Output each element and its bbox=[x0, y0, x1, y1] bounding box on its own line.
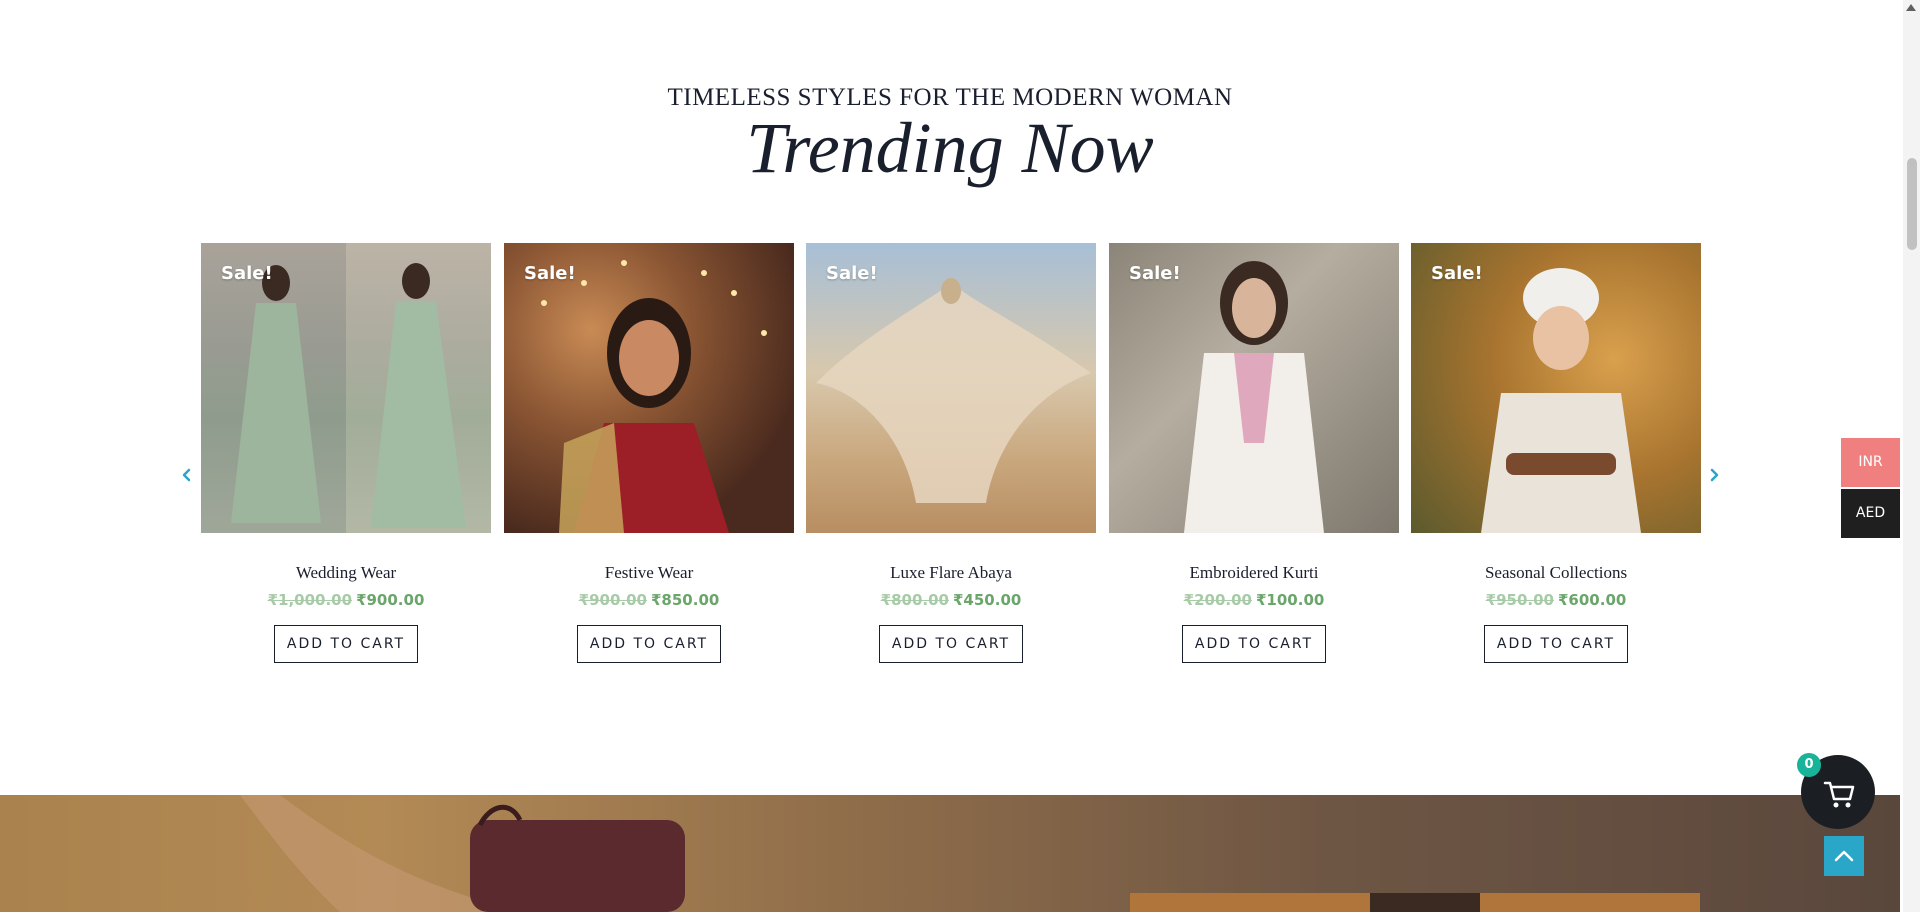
promo-banner-image bbox=[0, 795, 1900, 912]
product-image-embroidered-kurti[interactable]: Sale! bbox=[1109, 243, 1399, 533]
product-price: ₹800.00 ₹450.00 bbox=[806, 591, 1096, 609]
add-to-cart-button[interactable]: ADD TO CART bbox=[576, 625, 722, 663]
product-image-wedding-wear[interactable]: Sale! bbox=[201, 243, 491, 533]
product-photo bbox=[1184, 261, 1324, 533]
product-price: ₹1,000.00 ₹900.00 bbox=[201, 591, 491, 609]
add-to-cart-button[interactable]: ADD TO CART bbox=[273, 625, 419, 663]
back-to-top-button[interactable] bbox=[1824, 836, 1864, 876]
original-price: ₹900.00 bbox=[578, 591, 647, 609]
product-photo bbox=[816, 278, 1091, 503]
sale-badge: Sale! bbox=[221, 263, 273, 284]
carousel-prev-button[interactable] bbox=[176, 464, 198, 486]
add-to-cart-button[interactable]: ADD TO CART bbox=[1483, 625, 1629, 663]
original-price: ₹800.00 bbox=[880, 591, 949, 609]
product-name[interactable]: Luxe Flare Abaya bbox=[806, 563, 1096, 583]
product-image-luxe-flare-abaya[interactable]: Sale! bbox=[806, 243, 1096, 533]
add-to-cart-button[interactable]: ADD TO CART bbox=[1181, 625, 1327, 663]
section-title: Trending Now bbox=[746, 108, 1154, 188]
product-name[interactable]: Festive Wear bbox=[504, 563, 794, 583]
product-photo bbox=[541, 260, 767, 533]
product-price: ₹900.00 ₹850.00 bbox=[504, 591, 794, 609]
sale-price: ₹850.00 bbox=[651, 591, 720, 609]
product-card[interactable]: Sale! Luxe Flare Abaya ₹800.00 ₹450.00 AD… bbox=[806, 243, 1096, 663]
product-image-festive-wear[interactable]: Sale! bbox=[504, 243, 794, 533]
chevron-right-icon bbox=[1710, 468, 1719, 482]
sale-price: ₹450.00 bbox=[953, 591, 1022, 609]
currency-aed-button[interactable]: AED bbox=[1841, 489, 1900, 538]
page-scrollbar[interactable] bbox=[1903, 0, 1920, 912]
original-price: ₹1,000.00 bbox=[267, 591, 353, 609]
scrollbar-thumb[interactable] bbox=[1907, 158, 1917, 250]
chevron-up-icon bbox=[1834, 850, 1854, 862]
carousel-next-button[interactable] bbox=[1703, 464, 1725, 486]
sale-badge: Sale! bbox=[524, 263, 576, 284]
product-name[interactable]: Embroidered Kurti bbox=[1109, 563, 1399, 583]
add-to-cart-button[interactable]: ADD TO CART bbox=[878, 625, 1024, 663]
product-card[interactable]: Sale! Seasonal Collections ₹950.00 ₹600.0… bbox=[1411, 243, 1701, 663]
product-card[interactable]: Sale! Festive Wear ₹900.00 ₹850.00 ADD TO… bbox=[504, 243, 794, 663]
sale-badge: Sale! bbox=[1431, 263, 1483, 284]
product-card[interactable]: Sale! Embroidered Kurti ₹200.00 ₹100.00 A… bbox=[1109, 243, 1399, 663]
sale-price: ₹900.00 bbox=[356, 591, 425, 609]
product-photo bbox=[201, 243, 491, 533]
cart-count-badge: 0 bbox=[1797, 753, 1821, 777]
product-photo bbox=[1481, 268, 1641, 533]
chevron-left-icon bbox=[182, 468, 191, 482]
banner-photo bbox=[240, 795, 1700, 912]
original-price: ₹950.00 bbox=[1485, 591, 1554, 609]
sale-badge: Sale! bbox=[1129, 263, 1181, 284]
product-name[interactable]: Seasonal Collections bbox=[1411, 563, 1701, 583]
sale-badge: Sale! bbox=[826, 263, 878, 284]
scroll-up-arrow-icon[interactable] bbox=[1906, 4, 1916, 11]
product-image-seasonal-collections[interactable]: Sale! bbox=[1411, 243, 1701, 533]
sale-price: ₹600.00 bbox=[1558, 591, 1627, 609]
product-price: ₹950.00 ₹600.00 bbox=[1411, 591, 1701, 609]
product-name[interactable]: Wedding Wear bbox=[201, 563, 491, 583]
sale-price: ₹100.00 bbox=[1256, 591, 1325, 609]
product-card[interactable]: Sale! Wedding Wear ₹1,000.00 ₹900.00 ADD … bbox=[201, 243, 491, 663]
product-price: ₹200.00 ₹100.00 bbox=[1109, 591, 1399, 609]
currency-inr-button[interactable]: INR bbox=[1841, 438, 1900, 487]
original-price: ₹200.00 bbox=[1183, 591, 1252, 609]
